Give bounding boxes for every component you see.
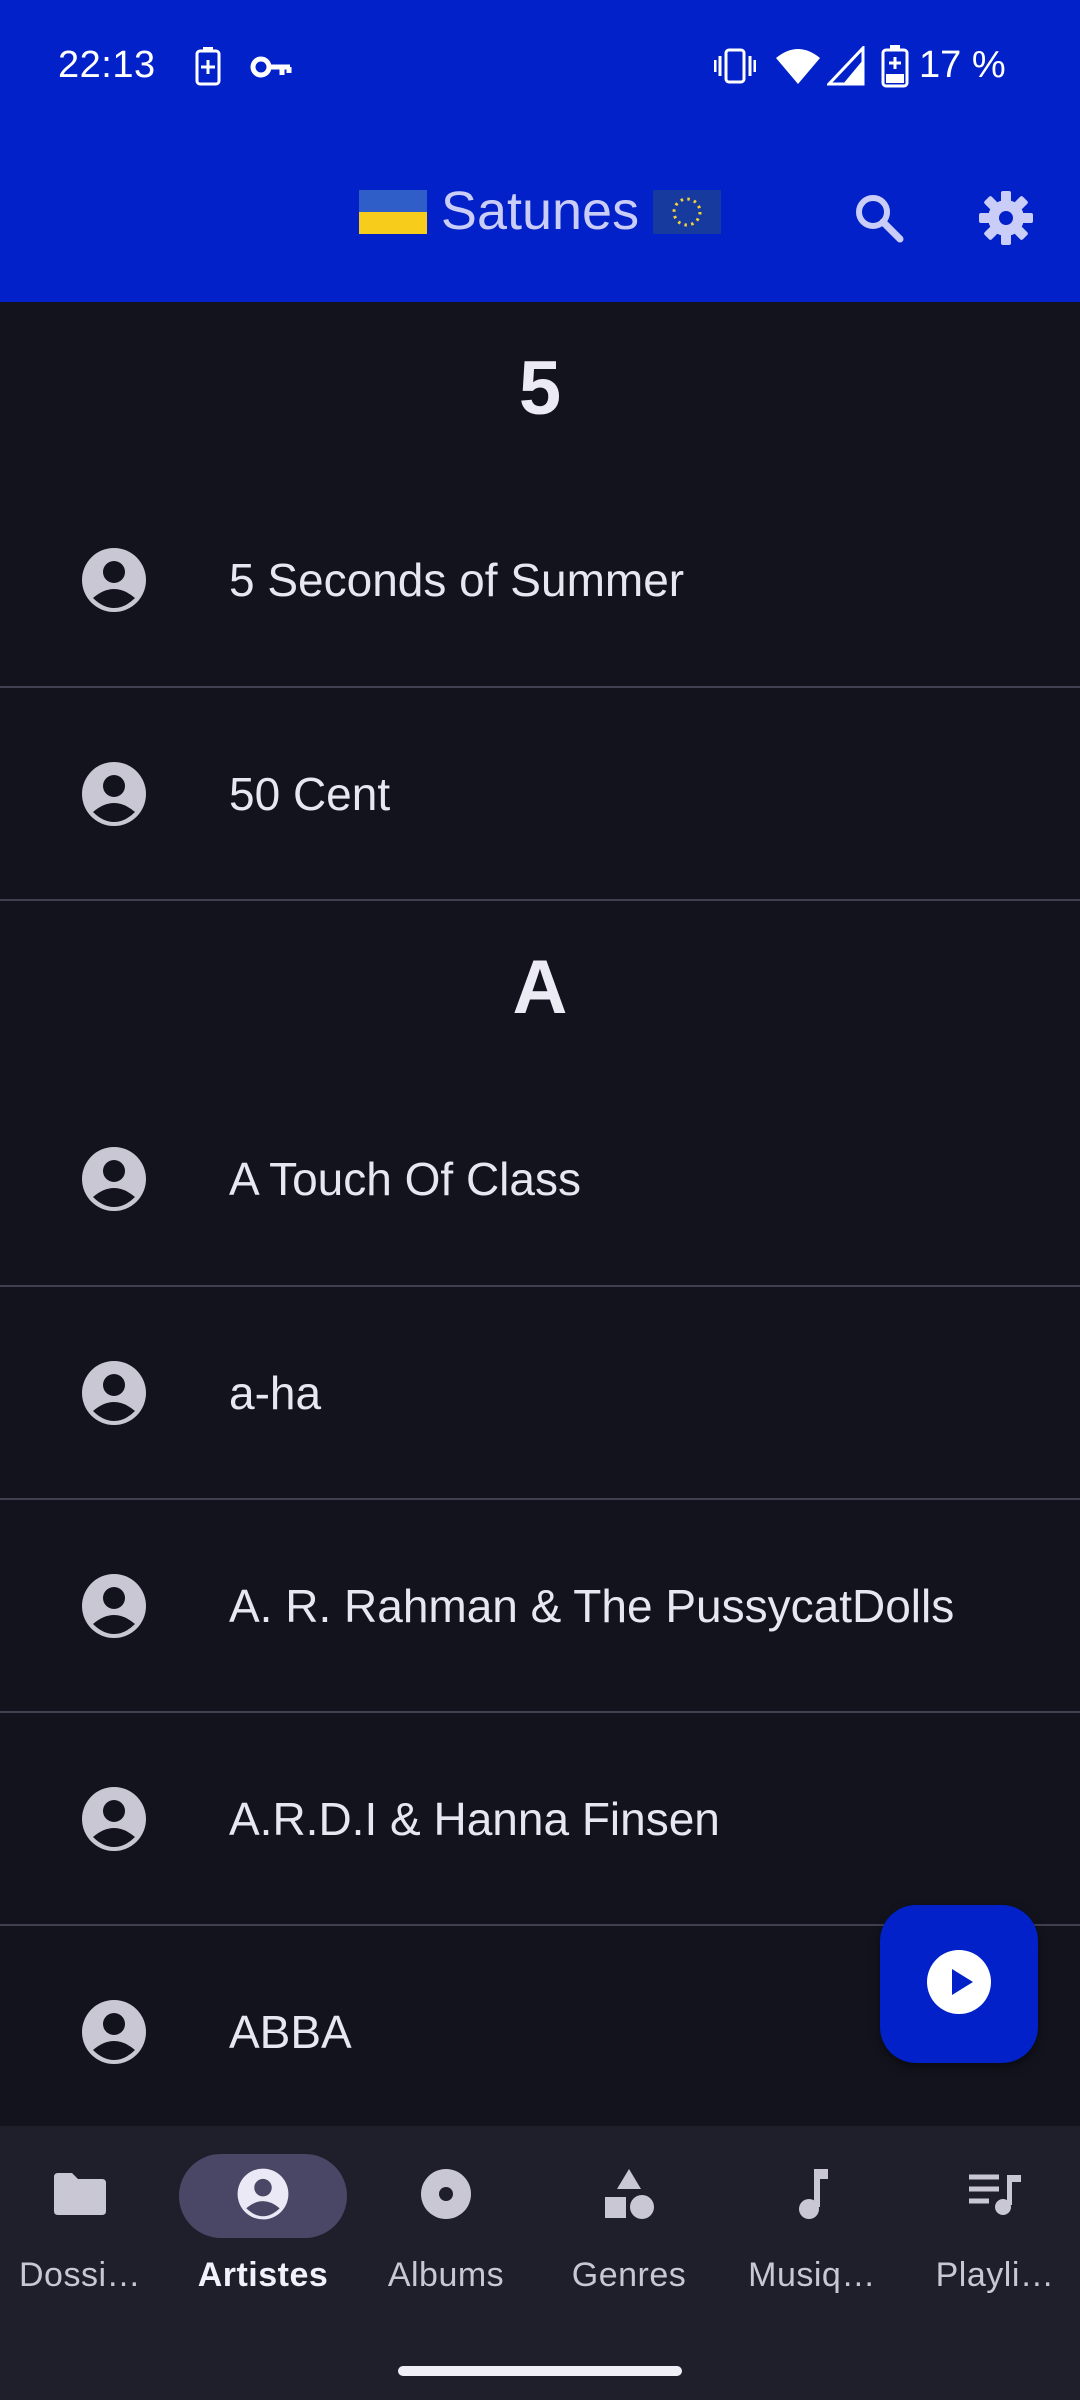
battery-icon — [881, 44, 909, 93]
artist-row[interactable]: a-ha — [0, 1287, 1080, 1500]
artist-avatar-icon — [80, 1145, 148, 1213]
artist-avatar-icon — [80, 546, 148, 614]
screen: 22:13 17 % Satunes 5 5 Seconds of Summer… — [0, 0, 1080, 2400]
artist-name: A. R. Rahman & The PussycatDolls — [229, 1579, 955, 1632]
battery-percent: 17 % — [919, 44, 1006, 86]
artist-row[interactable]: 5 Seconds of Summer — [0, 474, 1080, 688]
settings-icon — [977, 189, 1035, 252]
artist-avatar-icon — [80, 1359, 148, 1427]
artist-name: ABBA — [229, 2005, 352, 2058]
artist-row[interactable]: A. R. Rahman & The PussycatDolls — [0, 1500, 1080, 1713]
battery-saver-icon — [195, 46, 221, 91]
artist-name: a-ha — [229, 1366, 322, 1419]
vpn-key-icon — [250, 54, 292, 85]
artist-row[interactable]: 50 Cent — [0, 688, 1080, 901]
search-icon — [853, 192, 905, 249]
nav-pill — [179, 2154, 347, 2238]
vibrate-icon — [713, 48, 757, 89]
wifi-icon — [775, 46, 821, 91]
nav-pill — [911, 2154, 1079, 2238]
home-indicator[interactable] — [398, 2366, 682, 2376]
playlist-icon — [967, 2171, 1023, 2222]
settings-button[interactable] — [966, 180, 1046, 260]
nav-item-music[interactable]: Musiq… — [722, 2154, 902, 2334]
music-note-icon — [792, 2167, 832, 2226]
nav-pill — [0, 2154, 164, 2238]
nav-label: Genres — [571, 2256, 687, 2294]
section-header: 5 — [518, 345, 562, 431]
artist-row[interactable]: A Touch Of Class — [0, 1073, 1080, 1287]
nav-item-genres[interactable]: Genres — [539, 2154, 719, 2334]
artist-avatar-icon — [80, 1998, 148, 2066]
signal-icon — [825, 44, 865, 91]
genres-icon — [602, 2167, 656, 2226]
play-fab-button[interactable] — [880, 1905, 1038, 2063]
status-bar: 22:13 17 % — [0, 0, 1080, 135]
nav-label: Albums — [387, 2256, 505, 2294]
play-circle-icon — [926, 1949, 992, 2020]
nav-item-albums[interactable]: Albums — [356, 2154, 536, 2334]
nav-label: Musiq… — [748, 2256, 876, 2294]
nav-item-artists[interactable]: Artistes — [173, 2154, 353, 2334]
artist-avatar-icon — [80, 1572, 148, 1640]
artist-icon — [236, 2167, 290, 2226]
album-icon — [419, 2167, 473, 2226]
status-time: 22:13 — [58, 44, 156, 86]
artist-list[interactable]: 5 5 Seconds of Summer 50 Cent A A Touch … — [0, 302, 1080, 2126]
nav-pill — [545, 2154, 713, 2238]
artist-name: 5 Seconds of Summer — [229, 554, 685, 606]
artist-name: A Touch Of Class — [229, 1153, 581, 1205]
section-header: A — [512, 944, 568, 1030]
top-app-bar: 22:13 17 % Satunes — [0, 0, 1080, 302]
artist-row[interactable]: A.R.D.I & Hanna Finsen — [0, 1713, 1080, 1926]
nav-pill — [728, 2154, 896, 2238]
nav-label: Artistes — [197, 2256, 329, 2294]
artist-avatar-icon — [80, 1785, 148, 1853]
app-title-text: Satunes — [440, 181, 640, 241]
nav-label: Dossi… — [18, 2256, 142, 2294]
search-button[interactable] — [839, 180, 919, 260]
nav-item-playlists[interactable]: Playli… — [905, 2154, 1080, 2334]
nav-item-folders[interactable]: Dossi… — [0, 2154, 170, 2334]
nav-label: Playli… — [935, 2256, 1055, 2294]
eu-flag-icon — [653, 187, 722, 235]
artist-avatar-icon — [80, 760, 148, 828]
bottom-navigation: Dossi… Artistes Albums Genres Musiq… Pla… — [0, 2126, 1080, 2400]
nav-pill — [362, 2154, 530, 2238]
folder-icon — [52, 2171, 108, 2222]
ukraine-flag-icon — [358, 187, 427, 235]
artist-name: A.R.D.I & Hanna Finsen — [229, 1792, 720, 1845]
artist-name: 50 Cent — [229, 767, 391, 820]
